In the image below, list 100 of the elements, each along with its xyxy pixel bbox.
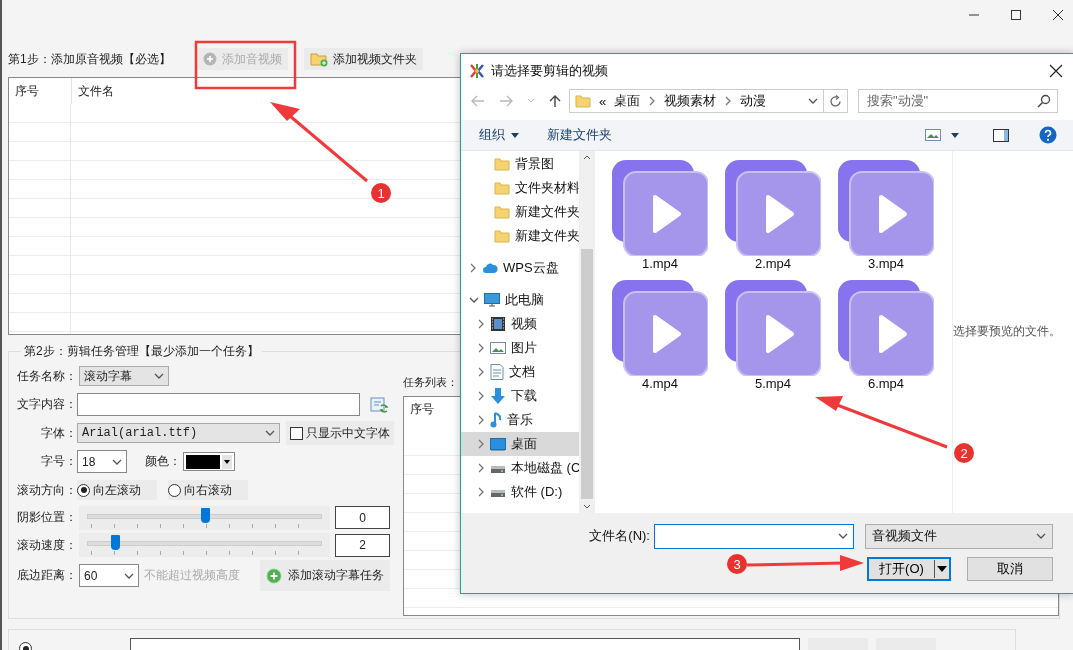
picture-icon <box>490 341 506 355</box>
hint-text: 不能超过视频高度 <box>144 567 240 584</box>
nav-item[interactable]: 背景图 <box>461 152 579 176</box>
cancel-button[interactable]: 取消 <box>967 557 1053 581</box>
tree-item[interactable]: 本地磁盘 (C <box>461 456 579 480</box>
file-item[interactable]: 4.mp4 <box>612 280 708 400</box>
scroll-up-icon[interactable] <box>583 155 591 160</box>
chevron-right-icon[interactable] <box>477 487 485 497</box>
preview-pane-icon[interactable] <box>993 128 1009 142</box>
caret-down-icon <box>511 132 519 138</box>
value-field[interactable]: 0 <box>335 506 390 529</box>
chevron-down-icon[interactable] <box>808 97 818 105</box>
checkbox[interactable] <box>290 426 303 440</box>
up-arrow-icon[interactable] <box>549 94 561 108</box>
chevron-right-icon[interactable] <box>724 96 733 106</box>
caret-down-icon <box>222 454 232 469</box>
chevron-down-icon[interactable] <box>112 457 122 466</box>
chevron-right-icon[interactable] <box>477 367 485 377</box>
radio-button[interactable] <box>168 483 181 497</box>
folder-icon <box>494 180 510 196</box>
chevron-down-icon[interactable] <box>154 372 164 380</box>
tree-item[interactable]: 软件 (D:) <box>461 480 579 504</box>
dialog-title: 请选择要剪辑的视频 <box>491 61 608 80</box>
refresh-button[interactable] <box>824 89 848 113</box>
folder-icon <box>494 204 510 220</box>
maximize-icon[interactable] <box>1009 8 1023 22</box>
caret-down-icon[interactable] <box>951 132 959 138</box>
folder-add-icon <box>309 51 328 67</box>
tree-item[interactable]: 图片 <box>461 336 579 360</box>
file-type-dropdown[interactable]: 音视频文件 <box>865 523 1053 549</box>
task-name-dropdown[interactable]: 滚动字幕 <box>79 366 169 386</box>
radio-label: 向左滚动 <box>93 481 141 499</box>
tree-item[interactable]: WPS云盘 <box>461 256 579 280</box>
chevron-right-icon[interactable] <box>477 343 485 353</box>
organize-menu[interactable]: 组织 <box>479 126 519 144</box>
add-button[interactable]: 添加视频文件夹 <box>303 48 423 70</box>
import-text-icon[interactable] <box>369 394 389 415</box>
file-item[interactable]: 2.mp4 <box>725 160 821 280</box>
breadcrumb-item[interactable]: 视频素材 <box>664 92 717 110</box>
close-icon[interactable] <box>1051 8 1065 22</box>
scrollbar[interactable] <box>579 151 595 513</box>
breadcrumb-item[interactable]: 动漫 <box>740 92 767 110</box>
radio-label: 向右滚动 <box>184 481 232 499</box>
nav-item[interactable]: 新建文件夹 <box>461 200 579 224</box>
video-file-icon <box>612 280 708 376</box>
breadcrumb-item[interactable]: 桌面 <box>614 92 641 110</box>
chevron-right-icon[interactable] <box>469 263 477 273</box>
field-label: 字体： <box>40 424 77 442</box>
chevron-right-icon[interactable] <box>477 439 485 449</box>
nav-item[interactable]: 新建文件夹 <box>461 224 579 248</box>
color-picker[interactable] <box>183 452 235 471</box>
scroll-down-icon[interactable] <box>583 504 591 509</box>
field-label: 滚动速度： <box>16 536 77 554</box>
slider-thumb[interactable] <box>200 507 210 523</box>
radio-button[interactable] <box>77 483 90 497</box>
new-folder-button[interactable]: 新建文件夹 <box>547 126 612 144</box>
chevron-down-icon[interactable] <box>265 429 275 437</box>
file-item[interactable]: 5.mp4 <box>725 280 821 400</box>
text-input-field[interactable] <box>77 393 360 416</box>
search-field[interactable]: 搜索"动漫" <box>858 89 1058 113</box>
tree-item[interactable]: 文档 <box>461 360 579 384</box>
nav-item[interactable]: 文件夹材料 <box>461 176 579 200</box>
chevron-down-icon[interactable] <box>124 571 134 580</box>
close-icon[interactable] <box>1049 63 1063 78</box>
open-button[interactable]: 打开(O) <box>867 557 951 581</box>
chevron-down-icon[interactable] <box>469 296 479 304</box>
video-file-icon <box>838 280 934 376</box>
file-item[interactable]: 1.mp4 <box>612 160 708 280</box>
help-icon[interactable] <box>1039 126 1057 144</box>
caret-down-icon[interactable] <box>937 566 947 572</box>
chevron-down-icon[interactable] <box>838 532 848 540</box>
refresh-icon <box>829 94 842 108</box>
tree-item[interactable]: 桌面 <box>461 432 579 456</box>
field-label: 颜色： <box>145 453 181 470</box>
file-item[interactable]: 3.mp4 <box>838 160 934 280</box>
file-item[interactable]: 6.mp4 <box>838 280 934 400</box>
tree-item[interactable]: 此电脑 <box>461 288 579 312</box>
font-size-dropdown[interactable]: 18 <box>77 450 127 473</box>
chevron-right-icon[interactable] <box>477 463 485 473</box>
value-field[interactable]: 2 <box>335 533 390 557</box>
video-file-icon <box>838 160 934 256</box>
field-label: 字号： <box>40 453 77 470</box>
file-name-field[interactable] <box>654 523 854 549</box>
view-options-icon[interactable] <box>925 129 941 141</box>
tree-item[interactable]: 视频 <box>461 312 579 336</box>
chevron-down-icon[interactable] <box>1036 532 1046 540</box>
add-task-button[interactable]: 添加滚动字幕任务 <box>260 560 390 591</box>
chevron-right-icon[interactable] <box>477 391 485 401</box>
chevron-right-icon[interactable] <box>477 415 485 425</box>
column-header: 文件名 <box>77 82 114 100</box>
bottom-margin-dropdown[interactable]: 60 <box>79 564 139 587</box>
path-overflow-button[interactable]: « <box>599 93 607 109</box>
tree-item[interactable]: 音乐 <box>461 408 579 432</box>
chevron-right-icon[interactable] <box>648 96 657 106</box>
field-label: 底边距离： <box>16 567 77 584</box>
font-dropdown[interactable]: Arial(arial.ttf) <box>77 423 280 443</box>
chevron-right-icon[interactable] <box>477 319 485 329</box>
slider-thumb[interactable] <box>111 535 121 550</box>
tree-item[interactable]: 下载 <box>461 384 579 408</box>
desktop-icon <box>490 437 506 451</box>
